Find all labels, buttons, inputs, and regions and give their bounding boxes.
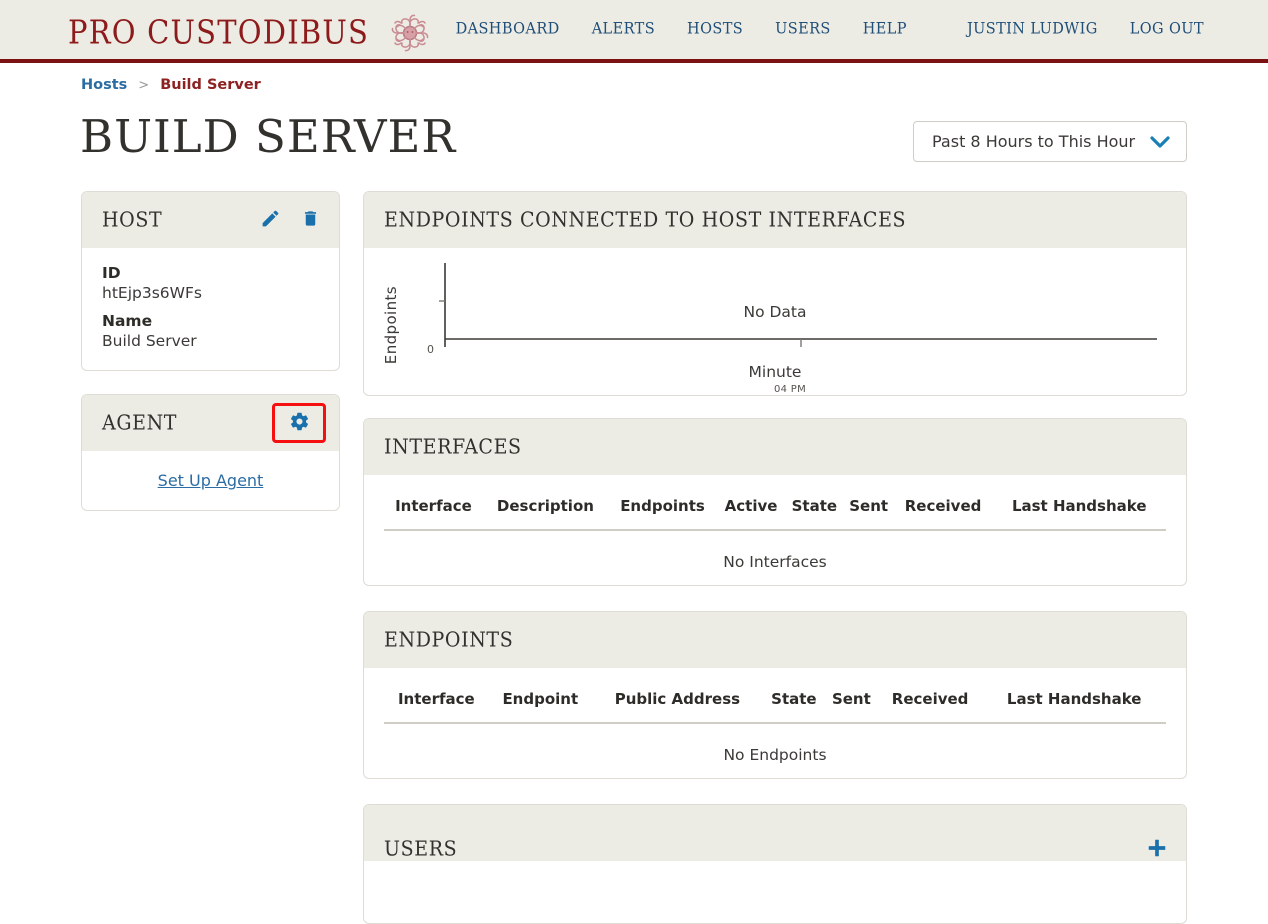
agent-panel: AGENT Set Up Agent [81, 394, 340, 511]
users-panel-actions [1144, 821, 1170, 877]
nav-item-dashboard[interactable]: DASHBOARD [456, 20, 560, 37]
endpoints-empty-row: No Endpoints [384, 723, 1166, 774]
host-panel-body: ID htEjp3s6WFs Name Build Server [82, 248, 339, 370]
host-field-label-id: ID [102, 264, 121, 282]
chart-panel-header: ENDPOINTS CONNECTED TO HOST INTERFACES [364, 192, 1186, 248]
nav-item-alerts[interactable]: ALERTS [592, 20, 655, 37]
endpoints-col-sent[interactable]: Sent [825, 684, 878, 723]
time-range-value: Past 8 Hours to This Hour [932, 132, 1136, 151]
interfaces-col-last-handshake[interactable]: Last Handshake [992, 491, 1166, 530]
endpoints-table-header-row: Interface Endpoint Public Address State … [384, 684, 1166, 723]
breadcrumb-current: Build Server [160, 77, 261, 93]
main-navigation: DASHBOARD ALERTS HOSTS USERS HELP JUSTIN… [456, 20, 1204, 37]
interfaces-panel-title: INTERFACES [384, 434, 522, 460]
users-panel: USERS [363, 804, 1187, 924]
set-up-agent-link[interactable]: Set Up Agent [158, 471, 264, 490]
endpoints-empty-message: No Endpoints [723, 746, 827, 764]
interfaces-panel-body: Interface Description Endpoints Active S… [364, 475, 1186, 585]
interfaces-col-sent[interactable]: Sent [844, 491, 894, 530]
add-user-button[interactable] [1144, 836, 1170, 862]
time-range-select[interactable]: Past 8 Hours to This Hour [913, 121, 1187, 162]
endpoints-panel-body: Interface Endpoint Public Address State … [364, 668, 1186, 778]
breadcrumb-link-hosts[interactable]: Hosts [81, 77, 127, 93]
edit-host-button[interactable] [257, 207, 283, 233]
agent-panel-title: AGENT [102, 410, 178, 436]
trash-icon [301, 208, 320, 232]
agent-settings-button[interactable] [272, 403, 326, 443]
brand-logo[interactable]: PRO CUSTODIBUS [68, 8, 434, 56]
endpoints-panel: ENDPOINTS Interface Endpoint Public Addr… [363, 611, 1187, 779]
endpoints-col-last-handshake[interactable]: Last Handshake [982, 684, 1166, 723]
endpoints-col-state[interactable]: State [763, 684, 825, 723]
host-field-value-id: htEjp3s6WFs [102, 284, 202, 302]
endpoints-col-endpoint[interactable]: Endpoint [489, 684, 592, 723]
top-header-bar: PRO CUSTODIBUS DASHBOARD ALERTS HOSTS US… [0, 0, 1268, 63]
breadcrumb: Hosts > Build Server [81, 77, 261, 93]
brand-wordmark: PRO CUSTODIBUS [68, 12, 370, 51]
nav-item-current-user[interactable]: JUSTIN LUDWIG [967, 20, 1098, 37]
interfaces-empty-message: No Interfaces [723, 553, 827, 571]
host-panel-actions [257, 192, 323, 248]
host-panel-title: HOST [102, 207, 163, 233]
agent-panel-body: Set Up Agent [82, 451, 339, 510]
host-panel: HOST ID htEjp3s6WFs Name Build Server [81, 191, 340, 371]
endpoints-panel-title: ENDPOINTS [384, 627, 514, 653]
host-field-value-name: Build Server [102, 332, 197, 350]
interfaces-empty-row: No Interfaces [384, 530, 1166, 581]
chart-panel-title: ENDPOINTS CONNECTED TO HOST INTERFACES [384, 207, 907, 233]
nav-item-hosts[interactable]: HOSTS [687, 20, 743, 37]
nav-item-help[interactable]: HELP [863, 20, 907, 37]
endpoints-table: Interface Endpoint Public Address State … [384, 684, 1166, 774]
interfaces-col-received[interactable]: Received [894, 491, 993, 530]
agent-panel-actions [272, 395, 326, 451]
nav-item-log-out[interactable]: LOG OUT [1130, 20, 1204, 37]
endpoints-chart-panel: ENDPOINTS CONNECTED TO HOST INTERFACES E… [363, 191, 1187, 396]
agent-panel-header: AGENT [82, 395, 339, 451]
interfaces-col-endpoints[interactable]: Endpoints [608, 491, 717, 530]
chart-axes [439, 263, 1157, 347]
interfaces-panel-header: INTERFACES [364, 419, 1186, 475]
gear-icon [289, 411, 310, 435]
breadcrumb-separator: > [138, 77, 150, 93]
interfaces-col-state[interactable]: State [785, 491, 844, 530]
endpoints-col-public-address[interactable]: Public Address [592, 684, 763, 723]
interfaces-panel: INTERFACES Interface Description Endpoin… [363, 418, 1187, 586]
chevron-down-icon [1150, 135, 1170, 149]
host-field-label-name: Name [102, 312, 153, 330]
delete-host-button[interactable] [297, 207, 323, 233]
interfaces-table-header-row: Interface Description Endpoints Active S… [384, 491, 1166, 530]
host-panel-header: HOST [82, 192, 339, 248]
pencil-icon [260, 208, 281, 232]
endpoints-col-interface[interactable]: Interface [384, 684, 489, 723]
interfaces-col-active[interactable]: Active [717, 491, 785, 530]
users-panel-header: USERS [364, 805, 1186, 861]
interfaces-col-description[interactable]: Description [483, 491, 608, 530]
endpoints-panel-header: ENDPOINTS [364, 612, 1186, 668]
interfaces-col-interface[interactable]: Interface [384, 491, 483, 530]
page-title: BUILD SERVER [80, 110, 457, 163]
interfaces-table: Interface Description Endpoints Active S… [384, 491, 1166, 581]
chart-plot-area: Endpoints 0 No Data 04 PM Minute [364, 248, 1186, 395]
nav-item-users[interactable]: USERS [775, 20, 831, 37]
users-panel-title: USERS [384, 836, 458, 862]
medusa-emblem-icon [386, 9, 434, 57]
endpoints-col-received[interactable]: Received [878, 684, 983, 723]
plus-icon [1146, 837, 1168, 862]
